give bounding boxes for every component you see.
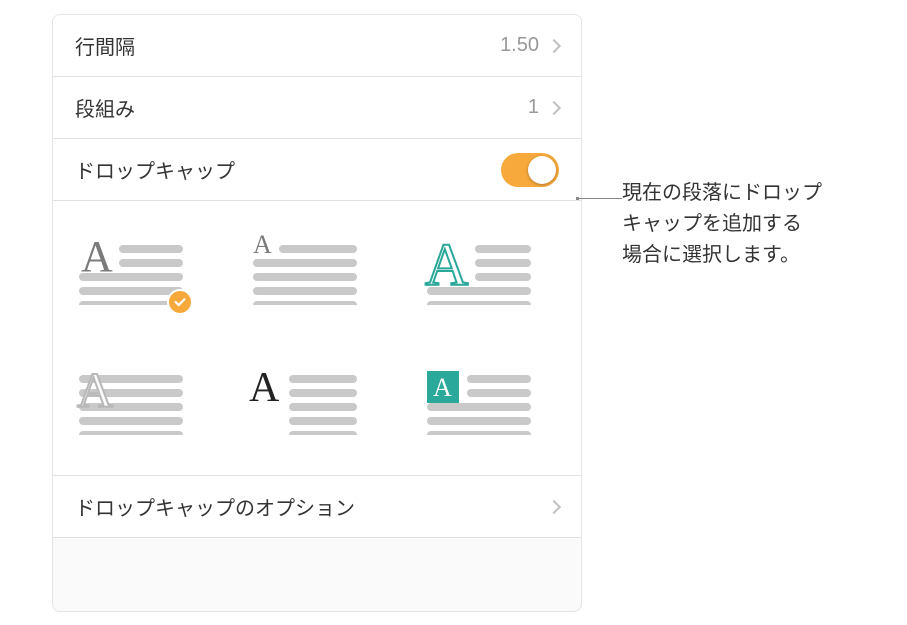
chevron-right-icon: [547, 38, 561, 52]
svg-text:A: A: [77, 363, 113, 418]
dropcap-options-row[interactable]: ドロップキャップのオプション: [53, 476, 581, 538]
line-spacing-label: 行間隔: [75, 31, 135, 60]
callout-line-3: 場合に選択します。: [622, 240, 822, 271]
dropcap-style-sidebar-black[interactable]: A: [249, 363, 385, 435]
columns-label: 段組み: [75, 93, 135, 122]
line-spacing-row[interactable]: 行間隔 1.50: [53, 15, 581, 77]
dropcap-label: ドロップキャップ: [75, 155, 235, 184]
svg-text:A: A: [433, 373, 452, 402]
dropcap-style-raised-gray[interactable]: A: [75, 233, 211, 305]
columns-row[interactable]: 段組み 1: [53, 77, 581, 139]
callout-line-1: 現在の段落にドロップ: [622, 178, 822, 209]
callout-leader-line: [576, 198, 622, 199]
dropcap-style-outline-teal[interactable]: A: [423, 233, 559, 305]
dropcap-row: ドロップキャップ: [53, 139, 581, 201]
dropcap-preview-icon: A: [249, 363, 361, 435]
callout-text: 現在の段落にドロップ キャップを追加する 場合に選択します。: [622, 178, 822, 271]
format-panel: 行間隔 1.50 段組み 1 ドロップキャップ A: [52, 14, 582, 612]
dropcap-style-boxed-teal[interactable]: A: [423, 363, 559, 435]
dropcap-preview-icon: A: [423, 233, 535, 305]
dropcap-preview-icon: A: [423, 363, 535, 435]
dropcap-style-raised-small[interactable]: A: [249, 233, 385, 305]
dropcap-toggle[interactable]: [501, 153, 559, 187]
columns-value: 1: [528, 96, 539, 119]
line-spacing-value-group: 1.50: [500, 34, 559, 57]
dropcap-options-label: ドロップキャップのオプション: [75, 492, 355, 521]
dropcap-style-outline-gray[interactable]: A: [75, 363, 211, 435]
dropcap-preview-icon: A: [75, 363, 187, 435]
callout-line-2: キャップを追加する: [622, 209, 822, 240]
dropcap-preview-icon: A: [249, 233, 361, 305]
chevron-right-icon: [547, 100, 561, 114]
line-spacing-value: 1.50: [500, 34, 539, 57]
svg-text:A: A: [253, 233, 272, 259]
selected-check-icon: [167, 289, 193, 315]
dropcap-styles-grid: A A A: [53, 201, 581, 476]
chevron-right-icon: [547, 499, 561, 513]
svg-text:A: A: [249, 365, 280, 411]
toggle-knob: [528, 156, 556, 184]
columns-value-group: 1: [528, 96, 559, 119]
